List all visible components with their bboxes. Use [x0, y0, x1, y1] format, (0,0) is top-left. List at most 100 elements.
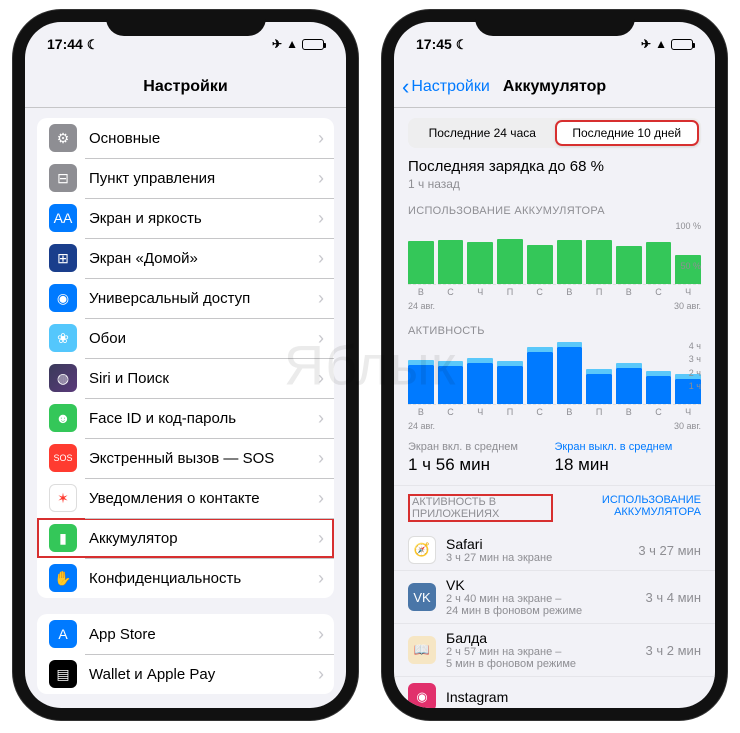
- screen-left: 17:44 ✈ ▲ Настройки ⚙Основные›⊟Пункт упр…: [25, 22, 346, 708]
- accessibility-icon: ◉: [49, 284, 77, 312]
- chevron-right-icon: ›: [318, 248, 334, 269]
- airplane-icon: ✈: [641, 37, 651, 51]
- row-label: Экран «Домой»: [89, 250, 318, 267]
- avg-stats: Экран вкл. в среднем 1 ч 56 мин Экран вы…: [394, 431, 715, 486]
- activity-chart: 4 ч3 ч2 ч1 ч: [394, 341, 715, 405]
- last-charge: Последняя зарядка до 68 % 1 ч назад: [394, 148, 715, 191]
- usage-section-label: ИСПОЛЬЗОВАНИЕ АККУМУЛЯТОРА: [394, 191, 715, 221]
- bar: [616, 246, 642, 284]
- bar: [438, 366, 464, 404]
- chevron-right-icon: ›: [318, 448, 334, 469]
- wifi-icon: ▲: [655, 37, 667, 51]
- settings-row-display[interactable]: AAЭкран и яркость›: [37, 198, 334, 238]
- settings-group-2: A App Store› ▤ Wallet и Apple Pay ›: [37, 614, 334, 694]
- dnd-icon: [456, 36, 468, 53]
- bar: [527, 245, 553, 284]
- battery-icon: [302, 39, 324, 50]
- bar: [467, 363, 493, 404]
- xdate: 30 авг.: [674, 421, 701, 431]
- chevron-right-icon: ›: [318, 624, 334, 645]
- app-row[interactable]: 📖 Балда 2 ч 57 мин на экране –5 мин в фо…: [394, 623, 715, 676]
- row-label: Wallet и Apple Pay: [89, 666, 318, 683]
- chevron-right-icon: ›: [318, 168, 334, 189]
- row-label: App Store: [89, 626, 318, 643]
- app-icon: VK: [408, 583, 436, 611]
- settings-row-accessibility[interactable]: ◉Универсальный доступ›: [37, 278, 334, 318]
- chevron-left-icon: ‹: [402, 76, 409, 98]
- wallet-icon: ▤: [49, 660, 77, 688]
- privacy-icon: ✋: [49, 564, 77, 592]
- bar: [497, 239, 523, 284]
- bar: [557, 347, 583, 404]
- app-name: Safari: [446, 536, 638, 552]
- settings-row-home-screen[interactable]: ⊞ Экран «Домой»›: [37, 238, 334, 278]
- xdate: 30 авг.: [674, 301, 701, 311]
- app-name: Балда: [446, 630, 646, 646]
- seg-10d[interactable]: Последние 10 дней: [555, 120, 700, 146]
- app-time: 3 ч 27 мин: [638, 543, 701, 558]
- phone-right: 17:45 ✈ ▲ ‹ Настройки Аккумулятор Послед…: [382, 10, 727, 720]
- phone-left: 17:44 ✈ ▲ Настройки ⚙Основные›⊟Пункт упр…: [13, 10, 358, 720]
- chevron-right-icon: ›: [318, 328, 334, 349]
- back-label: Настройки: [411, 78, 489, 96]
- chevron-right-icon: ›: [318, 488, 334, 509]
- app-row[interactable]: 🧭 Safari 3 ч 27 мин на экране 3 ч 27 мин: [394, 530, 715, 570]
- bar: [467, 242, 493, 284]
- home-screen-icon: ⊞: [49, 244, 77, 272]
- app-row[interactable]: ◉ Instagram: [394, 676, 715, 708]
- row-label: Обои: [89, 330, 318, 347]
- row-label: Siri и Поиск: [89, 370, 318, 387]
- appstore-icon: A: [49, 620, 77, 648]
- exposure-icon: ✶: [49, 484, 77, 512]
- settings-row-gear[interactable]: ⚙Основные›: [37, 118, 334, 158]
- app-icon: 🧭: [408, 536, 436, 564]
- settings-row-siri[interactable]: ◍Siri и Поиск›: [37, 358, 334, 398]
- seg-24h[interactable]: Последние 24 часа: [410, 120, 555, 146]
- notch: [475, 10, 635, 36]
- back-button[interactable]: ‹ Настройки: [402, 76, 490, 98]
- settings-list[interactable]: ⚙Основные›⊟Пункт управления›AAЭкран и яр…: [25, 108, 346, 708]
- bar: [408, 365, 434, 404]
- row-label: Экстренный вызов — SOS: [89, 450, 318, 467]
- row-label: Уведомления о контакте: [89, 490, 318, 507]
- row-label: Основные: [89, 130, 318, 147]
- bar: [646, 242, 672, 284]
- chevron-right-icon: ›: [318, 368, 334, 389]
- display-icon: AA: [49, 204, 77, 232]
- tabs: АКТИВНОСТЬ В ПРИЛОЖЕНИЯХ ИСПОЛЬЗОВАНИЕ А…: [394, 486, 715, 530]
- settings-row-toggles[interactable]: ⊟Пункт управления›: [37, 158, 334, 198]
- settings-row-battery[interactable]: ▮Аккумулятор›: [37, 518, 334, 558]
- bar: [646, 376, 672, 404]
- settings-row-faceid[interactable]: ☻Face ID и код-пароль›: [37, 398, 334, 438]
- activity-section-label: АКТИВНОСТЬ: [394, 311, 715, 341]
- app-time: 3 ч 4 мин: [646, 590, 701, 605]
- xdate: 24 авг.: [408, 301, 435, 311]
- screen-off-value: 18 мин: [555, 455, 702, 475]
- settings-row-wallpaper[interactable]: ❀Обои›: [37, 318, 334, 358]
- chevron-right-icon: ›: [318, 408, 334, 429]
- chevron-right-icon: ›: [318, 568, 334, 589]
- screen-on-label: Экран вкл. в среднем: [408, 441, 555, 453]
- app-row[interactable]: VK VK 2 ч 40 мин на экране –24 мин в фон…: [394, 570, 715, 623]
- settings-row-sos[interactable]: SOSЭкстренный вызов — SOS›: [37, 438, 334, 478]
- bar: [438, 240, 464, 284]
- settings-row-exposure[interactable]: ✶ Уведомления о контакте›: [37, 478, 334, 518]
- settings-row-wallet[interactable]: ▤Wallet и Apple Pay›: [37, 654, 334, 694]
- app-sub: 2 ч 40 мин на экране –24 мин в фоновом р…: [446, 593, 646, 617]
- bar: [616, 368, 642, 404]
- app-name: VK: [446, 577, 646, 593]
- chevron-right-icon: ›: [318, 288, 334, 309]
- chevron-right-icon: ›: [318, 528, 334, 549]
- battery-content[interactable]: Последние 24 часа Последние 10 дней Посл…: [394, 108, 715, 708]
- segmented-control: Последние 24 часа Последние 10 дней: [408, 118, 701, 148]
- toggles-icon: ⊟: [49, 164, 77, 192]
- charge-sub: 1 ч назад: [408, 177, 701, 191]
- navbar: ‹ Настройки Аккумулятор: [394, 66, 715, 108]
- battery-icon: [671, 39, 693, 50]
- row-label: Аккумулятор: [89, 530, 318, 547]
- tab-battery-usage[interactable]: ИСПОЛЬЗОВАНИЕ АККУМУЛЯТОРА: [553, 494, 701, 522]
- settings-row-privacy[interactable]: ✋Конфиденциальность›: [37, 558, 334, 598]
- tab-app-activity[interactable]: АКТИВНОСТЬ В ПРИЛОЖЕНИЯХ: [408, 494, 553, 522]
- settings-row-appstore[interactable]: A App Store›: [37, 614, 334, 654]
- chevron-right-icon: ›: [318, 128, 334, 149]
